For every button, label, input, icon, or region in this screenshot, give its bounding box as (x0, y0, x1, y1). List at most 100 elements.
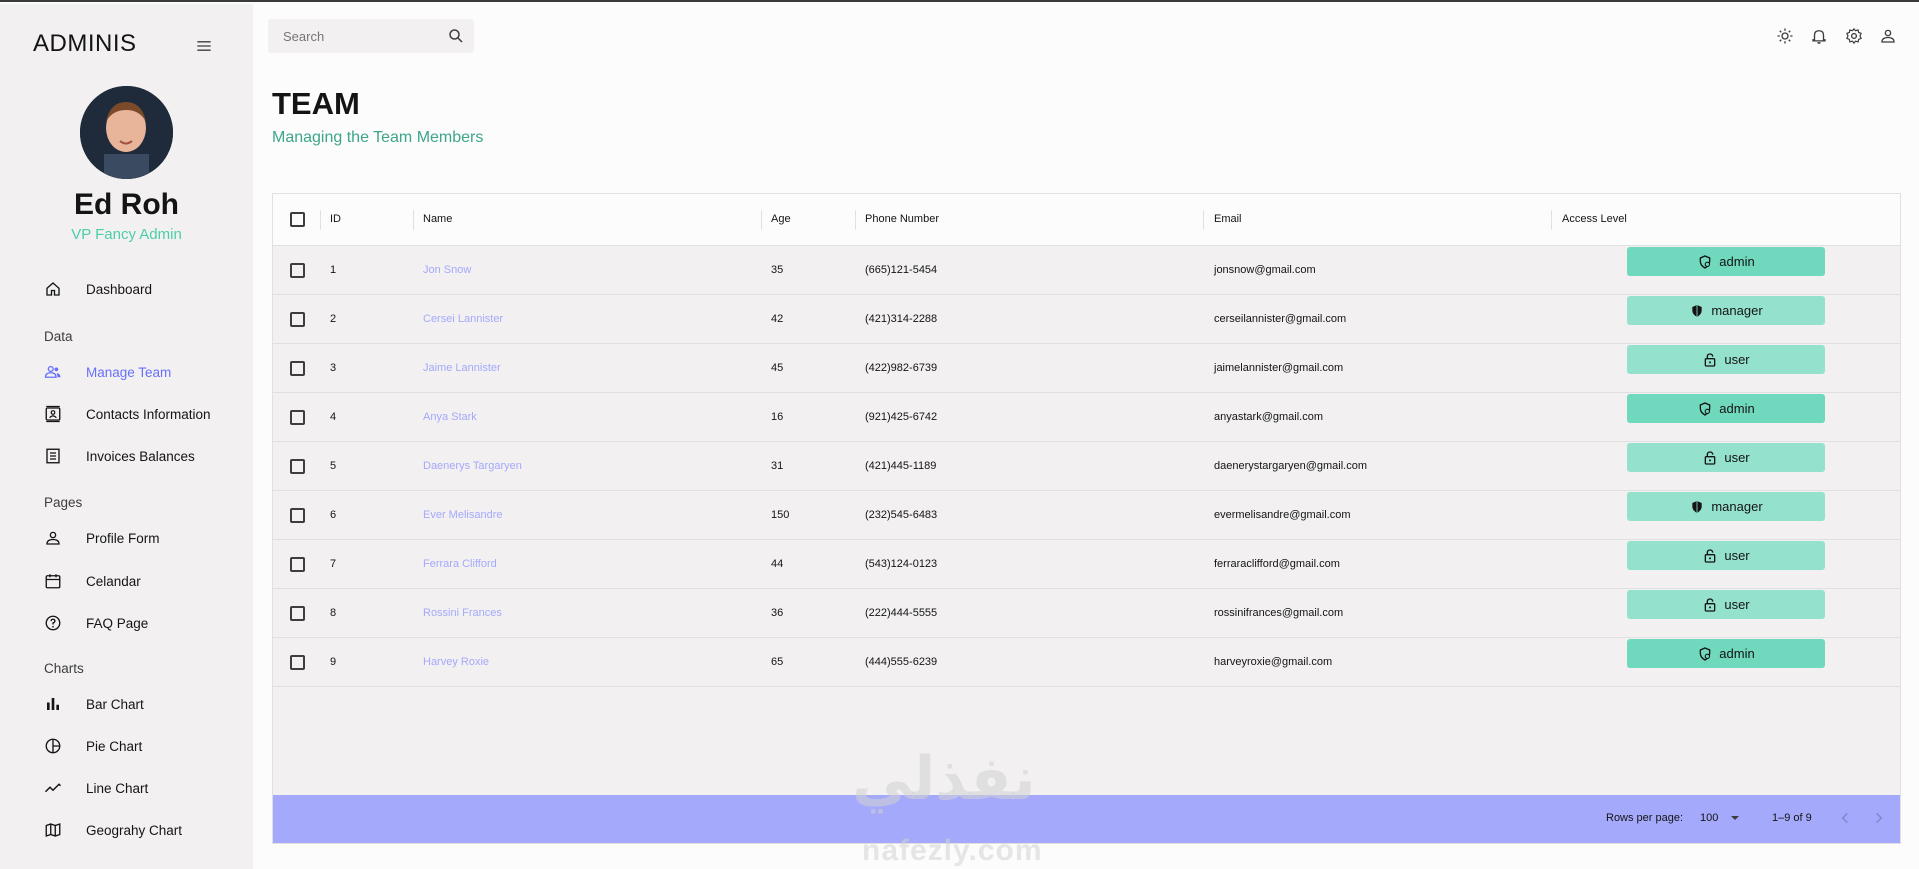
column-header-age[interactable]: Age (771, 213, 791, 225)
access-level-label: admin (1719, 646, 1755, 661)
next-page-icon[interactable] (1870, 809, 1888, 827)
column-header-access[interactable]: Access Level (1562, 213, 1627, 225)
sidebar-item-profile-form[interactable]: Profile Form (44, 523, 244, 553)
table-row[interactable]: 3 Jaime Lannister 45 (422)982-6739 jaimelann… (273, 344, 1900, 393)
pie-chart-icon (44, 737, 62, 755)
column-separator (761, 210, 762, 230)
column-header-email[interactable]: Email (1214, 213, 1242, 225)
cell-name: Jaime Lannister (423, 362, 501, 374)
rows-per-page-value: 100 (1700, 812, 1719, 824)
cell-email: harveyroxie@gmail.com (1214, 656, 1333, 668)
cell-id: 7 (330, 558, 337, 570)
table-row[interactable]: 6 Ever Melisandre 150 (232)545-6483 evermeli… (273, 491, 1900, 540)
grid-header: ID Name Age Phone Number Email Access Le… (273, 194, 1900, 246)
sidebar-item-line-chart[interactable]: Line Chart (44, 773, 244, 803)
light-mode-icon[interactable] (1776, 27, 1794, 45)
cell-age: 16 (771, 411, 784, 423)
sidebar-item-label: Pie Chart (86, 738, 143, 754)
row-checkbox[interactable] (290, 263, 305, 278)
sidebar-item-contacts[interactable]: Contacts Information (44, 399, 244, 429)
menu-icon[interactable] (194, 36, 214, 56)
column-separator (320, 210, 321, 230)
table-row[interactable]: 1 Jon Snow 35 (665)121-5454 jonsnow@gmail.co… (273, 246, 1900, 295)
settings-icon[interactable] (1845, 27, 1863, 45)
table-row[interactable]: 2 Cersei Lannister 42 (421)314-2288 cerseila… (273, 295, 1900, 344)
row-checkbox[interactable] (290, 508, 305, 523)
column-separator (1551, 210, 1552, 230)
access-level-badge: manager (1627, 296, 1825, 325)
table-row[interactable]: 7 Ferrara Clifford 44 (543)124-0123 ferrarac… (273, 540, 1900, 589)
sidebar-item-manage-team[interactable]: Manage Team (44, 357, 244, 387)
row-checkbox[interactable] (290, 655, 305, 670)
cell-email: cerseilannister@gmail.com (1214, 313, 1347, 325)
row-checkbox[interactable] (290, 606, 305, 621)
sidebar-item-geography-chart[interactable]: Geograhy Chart (44, 815, 244, 845)
cell-name: Harvey Roxie (423, 656, 490, 668)
chevron-down-icon (1731, 816, 1740, 820)
avatar (80, 86, 173, 179)
sidebar-item-pie-chart[interactable]: Pie Chart (44, 731, 244, 761)
cell-age: 150 (771, 509, 790, 521)
person-icon (44, 529, 62, 547)
cell-email: daenerystargaryen@gmail.com (1214, 460, 1368, 472)
access-level-label: admin (1719, 401, 1755, 416)
cell-phone: (422)982-6739 (865, 362, 938, 374)
cell-age: 44 (771, 558, 784, 570)
sidebar-item-dashboard[interactable]: Dashboard (44, 274, 244, 304)
select-all-checkbox[interactable] (290, 212, 305, 227)
row-checkbox[interactable] (290, 361, 305, 376)
table-row[interactable]: 5 Daenerys Targaryen 31 (421)445-1189 daener… (273, 442, 1900, 491)
access-level-badge: admin (1627, 394, 1825, 423)
row-checkbox[interactable] (290, 557, 305, 572)
search-bar (268, 19, 474, 53)
cell-id: 6 (330, 509, 337, 521)
contacts-icon (44, 405, 62, 423)
sidebar-item-label: Line Chart (86, 780, 149, 796)
rows-per-page-select[interactable]: 100 (1700, 812, 1740, 824)
section-label-pages: Pages (44, 495, 83, 510)
cell-age: 65 (771, 656, 784, 668)
cell-age: 36 (771, 607, 784, 619)
receipt-icon (44, 447, 62, 465)
column-separator (413, 210, 414, 230)
section-label-data: Data (44, 329, 73, 344)
access-level-label: manager (1711, 499, 1763, 514)
admin-shield-icon (1699, 646, 1711, 661)
cell-id: 3 (330, 362, 337, 374)
notifications-icon[interactable] (1810, 27, 1828, 45)
cell-id: 1 (330, 264, 337, 276)
sidebar-item-label: Geograhy Chart (86, 822, 183, 838)
sidebar-item-calendar[interactable]: Celandar (44, 566, 244, 596)
cell-email: evermelisandre@gmail.com (1214, 509, 1351, 521)
cell-phone: (444)555-6239 (865, 656, 938, 668)
prev-page-icon[interactable] (1836, 809, 1854, 827)
cell-age: 31 (771, 460, 784, 472)
table-row[interactable]: 8 Rossini Frances 36 (222)444-5555 rossinifr… (273, 589, 1900, 638)
search-icon[interactable] (447, 27, 465, 45)
admin-shield-icon (1699, 401, 1711, 416)
sidebar-item-label: Profile Form (86, 530, 160, 546)
row-checkbox[interactable] (290, 410, 305, 425)
sidebar-item-label: FAQ Page (86, 615, 149, 631)
table-row[interactable]: 4 Anya Stark 16 (921)425-6742 anyastark@gmai… (273, 393, 1900, 442)
user-name: Ed Roh (74, 188, 179, 221)
person-icon[interactable] (1879, 27, 1897, 45)
row-checkbox[interactable] (290, 459, 305, 474)
sidebar-item-invoices[interactable]: Invoices Balances (44, 441, 244, 471)
cell-id: 8 (330, 607, 337, 619)
sidebar-item-faq[interactable]: FAQ Page (44, 608, 244, 638)
search-input[interactable] (283, 28, 443, 44)
cell-age: 35 (771, 264, 784, 276)
access-level-badge: user (1627, 345, 1825, 374)
access-level-label: admin (1719, 254, 1755, 269)
row-checkbox[interactable] (290, 312, 305, 327)
table-row[interactable]: 9 Harvey Roxie 65 (444)555-6239 harveyroxie@… (273, 638, 1900, 687)
sidebar-item-label: Celandar (86, 573, 141, 589)
watermark-latin: nafezly.com (862, 834, 1043, 867)
map-icon (44, 821, 62, 839)
sidebar-item-bar-chart[interactable]: Bar Chart (44, 689, 244, 719)
column-header-phone[interactable]: Phone Number (865, 213, 939, 225)
column-header-name[interactable]: Name (423, 213, 452, 225)
column-header-id[interactable]: ID (330, 213, 341, 225)
brand-logo: ADMINIS (33, 30, 137, 57)
